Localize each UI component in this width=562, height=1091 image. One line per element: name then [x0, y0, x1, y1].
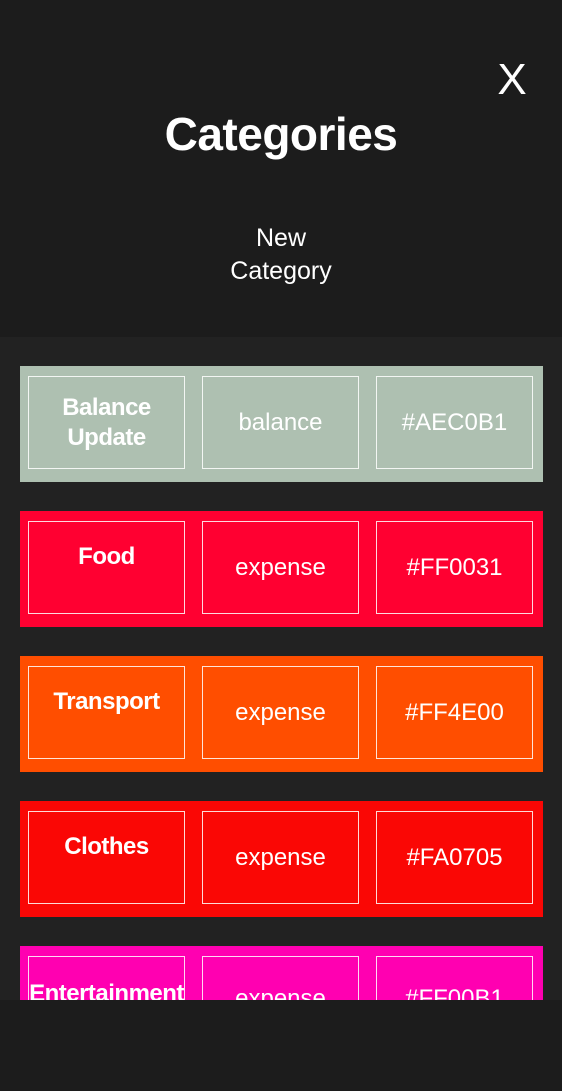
- category-name-line1: Entertainment: [29, 980, 184, 1000]
- category-name-line2: Update: [67, 423, 146, 451]
- category-color-hex[interactable]: #FA0705: [376, 811, 533, 904]
- category-type[interactable]: expense: [202, 956, 359, 1000]
- category-name-line1: Transport: [53, 688, 160, 715]
- category-row-transport[interactable]: Transport expense #FF4E00: [20, 656, 543, 772]
- category-row-food[interactable]: Food expense #FF0031: [20, 511, 543, 627]
- category-list[interactable]: Balance Update balance #AEC0B1 Food expe…: [0, 337, 562, 1000]
- category-color-hex[interactable]: #FF00B1: [376, 956, 533, 1000]
- category-type[interactable]: expense: [202, 521, 359, 614]
- category-color-hex[interactable]: #AEC0B1: [376, 376, 533, 469]
- header: X Categories New Category: [0, 0, 562, 337]
- category-name[interactable]: Balance Update: [28, 376, 185, 469]
- category-row-entertainment[interactable]: Entertainment expense #FF00B1: [20, 946, 543, 1000]
- category-name[interactable]: Entertainment: [28, 956, 185, 1000]
- category-name[interactable]: Clothes: [28, 811, 185, 904]
- category-row-clothes[interactable]: Clothes expense #FA0705: [20, 801, 543, 917]
- close-button[interactable]: X: [493, 52, 531, 108]
- category-name[interactable]: Transport: [28, 666, 185, 759]
- new-category-label-line1: New: [255, 224, 306, 252]
- category-color-hex[interactable]: #FF0031: [376, 521, 533, 614]
- category-type[interactable]: expense: [202, 811, 359, 904]
- category-type[interactable]: expense: [202, 666, 359, 759]
- new-category-label-line2: Category: [230, 257, 332, 285]
- page-title: Categories: [164, 108, 398, 160]
- category-type[interactable]: balance: [202, 376, 359, 469]
- bottom-bar: [0, 1000, 562, 1091]
- category-name[interactable]: Food: [28, 521, 185, 614]
- category-color-hex[interactable]: #FF4E00: [376, 666, 533, 759]
- category-name-line1: Clothes: [64, 833, 149, 860]
- new-category-button[interactable]: New Category: [181, 222, 381, 288]
- category-name-line1: Food: [78, 543, 135, 570]
- category-row-balance-update[interactable]: Balance Update balance #AEC0B1: [20, 366, 543, 482]
- category-name-line1: Balance: [62, 393, 151, 421]
